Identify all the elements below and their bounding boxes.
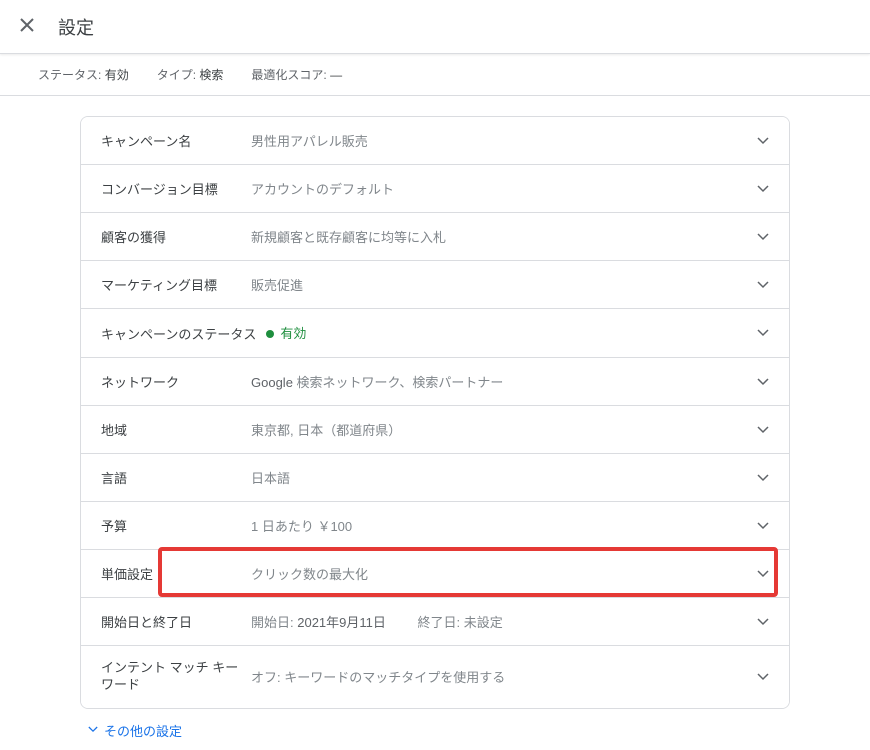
row-label: キャンペーン名 [101,131,251,150]
row-campaign-status[interactable]: キャンペーンのステータス 有効 [81,309,789,358]
more-settings-label: その他の設定 [104,721,182,740]
chevron-down-icon [757,375,769,389]
opt-value: — [330,68,342,82]
end-date-value: 未設定 [460,615,503,630]
row-value: 東京都, 日本（都道府県） [251,420,749,439]
type-label: タイプ: [157,68,196,82]
row-value: 有効 [266,323,749,343]
type-value: 検索 [199,68,223,82]
row-label: 開始日と終了日 [101,612,251,631]
chevron-down-icon [757,134,769,148]
more-settings-link[interactable]: その他の設定 [80,709,790,740]
status-item-optimization: 最適化スコア: — [251,66,342,83]
content-area: キャンペーン名 男性用アパレル販売 コンバージョン目標 アカウントのデフォルト … [0,96,870,750]
status-bar: ステータス: 有効 タイプ: 検索 最適化スコア: — [0,54,870,96]
row-networks[interactable]: ネットワーク Google 検索ネットワーク、検索パートナー [81,358,789,406]
row-label: 顧客の獲得 [101,227,251,246]
status-label: ステータス: [38,68,101,82]
row-value: クリック数の最大化 [251,564,749,583]
chevron-down-icon [757,471,769,485]
chevron-down-icon [757,230,769,244]
page-title: 設定 [58,14,94,40]
status-item-type: タイプ: 検索 [157,66,224,83]
close-icon[interactable] [16,12,38,41]
chevron-down-icon [757,670,769,684]
row-locations[interactable]: 地域 東京都, 日本（都道府県） [81,406,789,454]
start-date-label: 開始日: [251,615,294,630]
network-text: 検索ネットワーク、検索パートナー [293,375,503,390]
settings-card: キャンペーン名 男性用アパレル販売 コンバージョン目標 アカウントのデフォルト … [80,116,790,709]
row-value: 1 日あたり ￥100 [251,516,749,535]
status-dot-icon [266,330,274,338]
chevron-down-icon [757,423,769,437]
end-date-label: 終了日: [418,615,461,630]
row-value: 日本語 [251,468,749,487]
row-value: Google 検索ネットワーク、検索パートナー [251,372,749,391]
row-label: コンバージョン目標 [101,179,251,198]
row-label: マーケティング目標 [101,275,251,294]
status-text: 有効 [280,326,306,341]
row-label: 地域 [101,420,251,439]
network-prefix: Google [251,375,293,390]
row-value: 販売促進 [251,275,749,294]
chevron-down-icon [757,519,769,533]
row-value: 男性用アパレル販売 [251,131,749,150]
row-bidding[interactable]: 単価設定 クリック数の最大化 [81,550,789,598]
status-item-status: ステータス: 有効 [38,66,129,83]
row-marketing-goal[interactable]: マーケティング目標 販売促進 [81,261,789,309]
row-label: 単価設定 [101,564,251,583]
row-intent-match[interactable]: インテント マッチ キーワード オフ: キーワードのマッチタイプを使用する [81,646,789,708]
row-value: アカウントのデフォルト [251,179,749,198]
row-value: オフ: キーワードのマッチタイプを使用する [251,667,749,686]
start-date-value: 2021年9月11日 [294,615,386,630]
chevron-down-icon [757,326,769,340]
row-languages[interactable]: 言語 日本語 [81,454,789,502]
chevron-down-icon [757,182,769,196]
row-label: ネットワーク [101,372,251,391]
row-budget[interactable]: 予算 1 日あたり ￥100 [81,502,789,550]
header-bar: 設定 [0,0,870,54]
row-label: キャンペーンのステータス [101,324,256,343]
row-value: 新規顧客と既存顧客に均等に入札 [251,227,749,246]
row-label: 予算 [101,516,251,535]
row-dates[interactable]: 開始日と終了日 開始日: 2021年9月11日 終了日: 未設定 [81,598,789,646]
row-label: インテント マッチ キーワード [101,660,251,694]
row-value: 開始日: 2021年9月11日 終了日: 未設定 [251,612,749,631]
opt-label: 最適化スコア: [251,68,326,82]
chevron-down-icon [757,278,769,292]
status-value: 有効 [105,68,129,82]
row-label: 言語 [101,468,251,487]
row-customer-acquisition[interactable]: 顧客の獲得 新規顧客と既存顧客に均等に入札 [81,213,789,261]
chevron-down-icon [88,724,98,736]
chevron-down-icon [757,615,769,629]
chevron-down-icon [757,567,769,581]
row-campaign-name[interactable]: キャンペーン名 男性用アパレル販売 [81,117,789,165]
row-conversion-goal[interactable]: コンバージョン目標 アカウントのデフォルト [81,165,789,213]
